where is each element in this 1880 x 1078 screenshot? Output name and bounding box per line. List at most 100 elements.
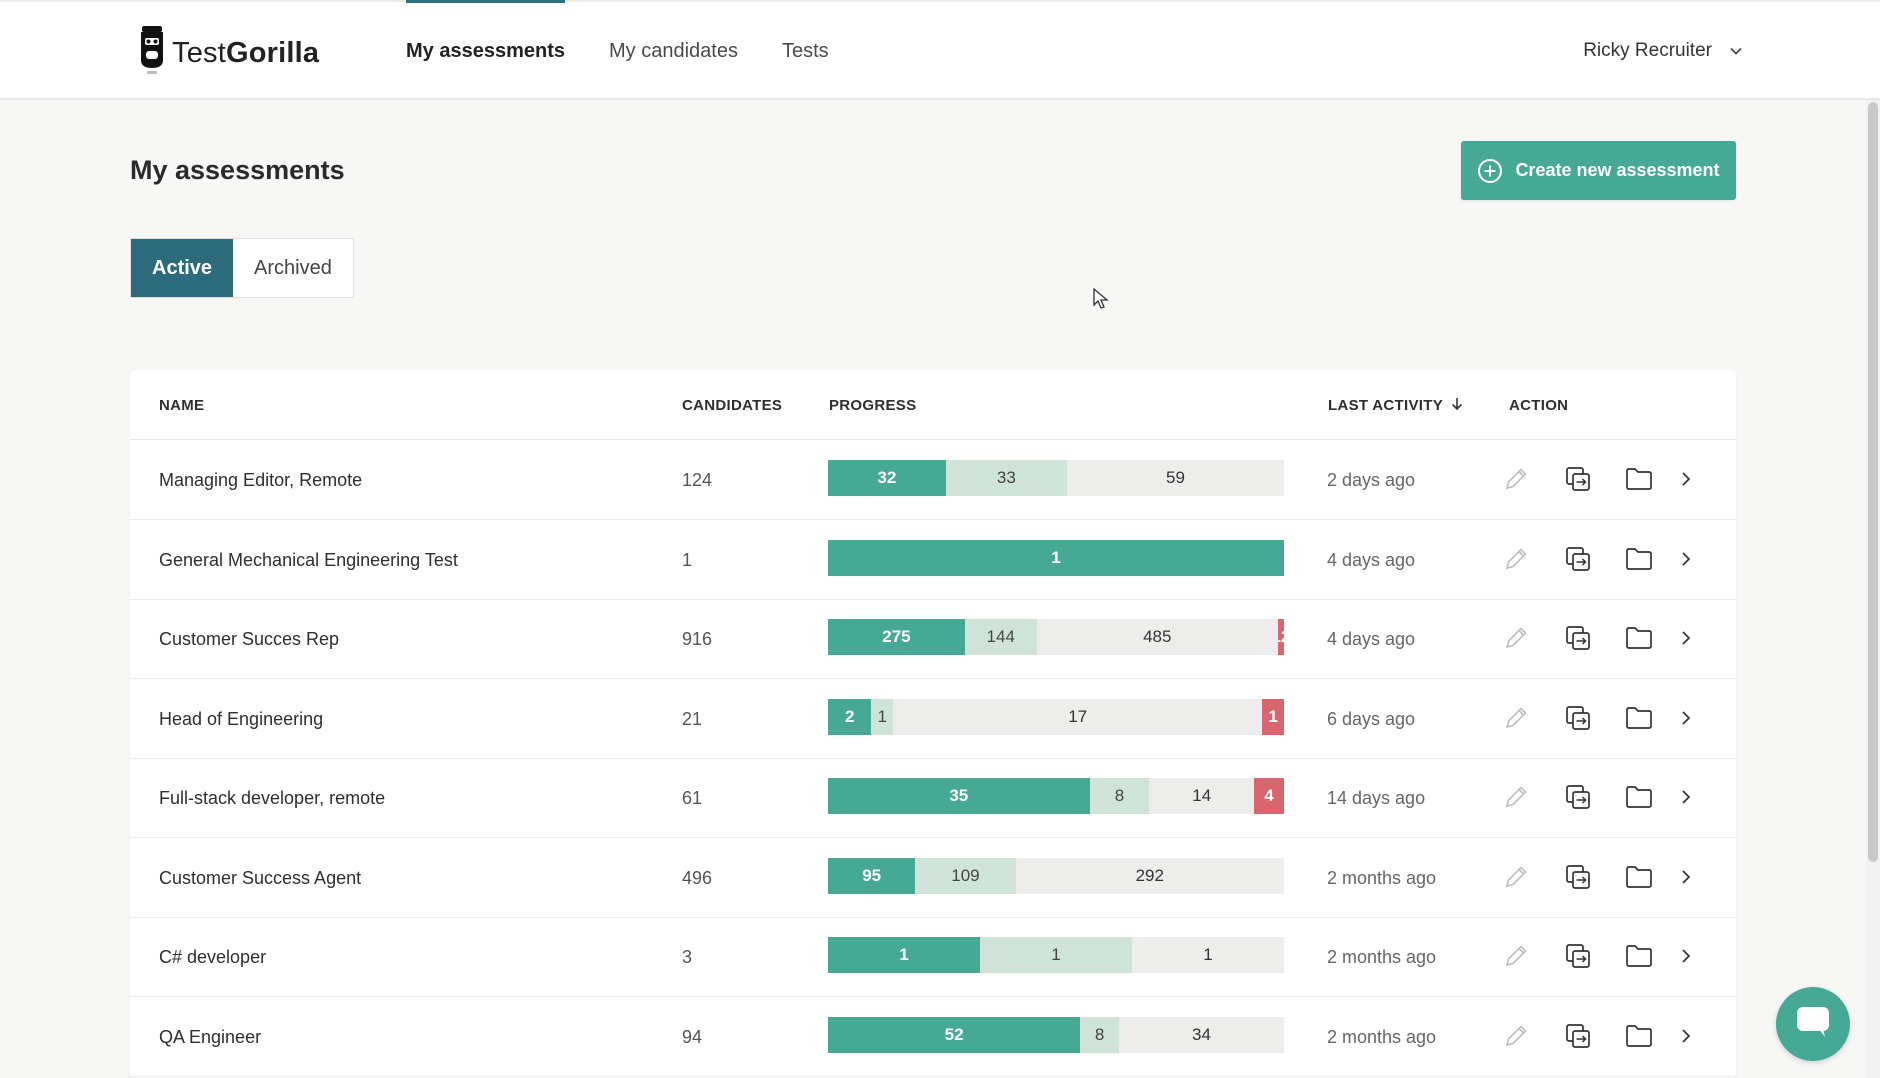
folder-icon[interactable] <box>1621 938 1657 974</box>
chevron-right-icon[interactable] <box>1674 938 1698 974</box>
candidates-count: 61 <box>682 788 703 808</box>
pencil-edit-icon[interactable] <box>1498 938 1534 974</box>
progress-segment-in-progress: 144 <box>964 619 1037 655</box>
folder-icon[interactable] <box>1621 541 1657 577</box>
last-activity: 6 days ago <box>1327 708 1416 729</box>
progress-bar[interactable]: 27514448512 <box>828 619 1284 655</box>
pencil-edit-icon[interactable] <box>1498 779 1534 815</box>
table-row[interactable]: General Mechanical Engineering Test 1 1 4 d… <box>130 521 1736 600</box>
last-activity-label: LAST ACTIVITY <box>1328 397 1444 414</box>
folder-icon[interactable] <box>1621 700 1657 736</box>
chat-icon <box>1795 1005 1831 1044</box>
page-title: My assessments <box>130 155 345 185</box>
pencil-edit-icon[interactable] <box>1498 1018 1534 1054</box>
table-row[interactable]: Customer Success Agent 496 95 109 292 2 month… <box>130 839 1736 918</box>
pencil-edit-icon[interactable] <box>1498 859 1534 895</box>
candidates-count: 1 <box>682 549 693 570</box>
folder-icon[interactable] <box>1621 1018 1657 1054</box>
pencil-edit-icon[interactable] <box>1498 700 1534 736</box>
table-header: NAME CANDIDATES PROGRESS LAST ACTIVITY A… <box>130 370 1736 440</box>
chevron-down-icon <box>1730 47 1742 55</box>
folder-icon[interactable] <box>1621 461 1657 497</box>
pencil-edit-icon[interactable] <box>1498 541 1534 577</box>
progress-segment-completed: 1 <box>828 937 980 973</box>
progress-segment-completed: 1 <box>828 539 1284 576</box>
brand-name-bold: Gorilla <box>226 36 320 69</box>
assessment-name[interactable]: C# developer <box>159 918 266 997</box>
duplicate-icon[interactable] <box>1560 938 1596 974</box>
progress-segment-invited: 485 <box>1036 619 1278 655</box>
nav-tests[interactable]: Tests <box>782 2 829 100</box>
assessment-name[interactable]: Customer Success Agent <box>159 839 361 918</box>
duplicate-icon[interactable] <box>1560 620 1596 656</box>
folder-icon[interactable] <box>1621 859 1657 895</box>
progress-bar[interactable]: 1 <box>828 539 1284 576</box>
last-activity: 2 days ago <box>1327 470 1416 490</box>
nav-my-candidates[interactable]: My candidates <box>609 2 738 100</box>
progress-segment-in-progress: 33 <box>945 460 1068 496</box>
last-activity: 14 days ago <box>1327 788 1426 808</box>
gorilla-logo-icon <box>138 24 166 83</box>
chevron-right-icon[interactable] <box>1674 1018 1698 1054</box>
column-header-candidates: CANDIDATES <box>682 397 783 414</box>
chevron-right-icon[interactable] <box>1674 859 1698 895</box>
nav-my-assessments[interactable]: My assessments <box>406 0 565 100</box>
duplicate-icon[interactable] <box>1560 1018 1596 1054</box>
table-row[interactable]: Managing Editor, Remote 124 32 33 59 2 days a… <box>130 441 1736 520</box>
chevron-right-icon[interactable] <box>1674 620 1698 656</box>
candidates-count: 916 <box>682 629 713 649</box>
tab-active[interactable]: Active <box>131 239 234 297</box>
assessment-name[interactable]: General Mechanical Engineering Test <box>159 521 458 600</box>
create-new-assessment-button[interactable]: Create new assessment <box>1461 141 1736 200</box>
assessment-status-tabs: Active Archived <box>130 238 354 298</box>
progress-segment-completed: 35 <box>828 778 1090 814</box>
user-name: Ricky Recruiter <box>1583 40 1712 61</box>
progress-bar[interactable]: 35 8 14 4 <box>828 778 1284 814</box>
chevron-right-icon[interactable] <box>1674 541 1698 577</box>
assessment-name[interactable]: Managing Editor, Remote <box>159 441 362 520</box>
duplicate-icon[interactable] <box>1560 700 1596 736</box>
duplicate-icon[interactable] <box>1560 779 1596 815</box>
progress-bar[interactable]: 111 <box>828 937 1284 973</box>
progress-bar[interactable]: 32 33 59 <box>828 460 1284 496</box>
candidates-count: 21 <box>682 708 703 729</box>
progress-segment-invited: 17 <box>893 698 1263 735</box>
pencil-edit-icon[interactable] <box>1498 461 1534 497</box>
table-row[interactable]: Head of Engineering 21 2 1 17 1 6 days ago <box>130 680 1736 759</box>
duplicate-icon[interactable] <box>1560 859 1596 895</box>
folder-icon[interactable] <box>1621 620 1657 656</box>
tab-archived[interactable]: Archived <box>233 239 353 297</box>
user-menu[interactable]: Ricky Recruiter <box>1583 2 1742 100</box>
candidates-count: 94 <box>682 1026 703 1047</box>
candidates-count: 124 <box>682 470 713 490</box>
table-row[interactable]: Customer Succes Rep 916 27514448512 4 days … <box>130 600 1736 679</box>
assessment-name[interactable]: Head of Engineering <box>159 680 323 759</box>
table-row[interactable]: Full-stack developer, remote 61 35 8 14 4 14 d… <box>130 759 1736 838</box>
assessment-name[interactable]: QA Engineer <box>159 998 261 1077</box>
folder-icon[interactable] <box>1621 779 1657 815</box>
table-row[interactable]: QA Engineer 94 52 8 34 2 months ago <box>130 998 1736 1077</box>
progress-bar[interactable]: 52 8 34 <box>828 1016 1284 1053</box>
table-row[interactable]: C# developer 3 1 1 1 2 months ago <box>130 918 1736 997</box>
progress-bar[interactable]: 2 1 17 1 <box>828 698 1284 735</box>
page-scrollbar-thumb[interactable] <box>1868 102 1878 862</box>
chevron-right-icon[interactable] <box>1674 700 1698 736</box>
brand-logo[interactable]: TestGorilla <box>138 24 319 83</box>
chevron-right-icon[interactable] <box>1674 461 1698 497</box>
progress-segment-completed: 52 <box>828 1016 1081 1053</box>
brand-wordmark: TestGorilla <box>172 37 319 70</box>
duplicate-icon[interactable] <box>1560 541 1596 577</box>
progress-segment-rejected: 1 <box>1262 698 1284 735</box>
assessment-name[interactable]: Customer Succes Rep <box>159 600 339 679</box>
column-header-last-activity[interactable]: LAST ACTIVITY <box>1328 397 1463 415</box>
pencil-edit-icon[interactable] <box>1498 620 1534 656</box>
chevron-right-icon[interactable] <box>1674 779 1698 815</box>
progress-bar[interactable]: 95 109 292 <box>828 857 1284 894</box>
chat-support-button[interactable] <box>1776 987 1850 1061</box>
last-activity: 2 months ago <box>1327 1026 1437 1047</box>
progress-segment-completed: 32 <box>828 460 946 496</box>
duplicate-icon[interactable] <box>1560 461 1596 497</box>
progress-segment-rejected: 4 <box>1254 778 1284 814</box>
assessment-name[interactable]: Full-stack developer, remote <box>159 759 385 838</box>
plus-circle-icon <box>1477 158 1503 184</box>
